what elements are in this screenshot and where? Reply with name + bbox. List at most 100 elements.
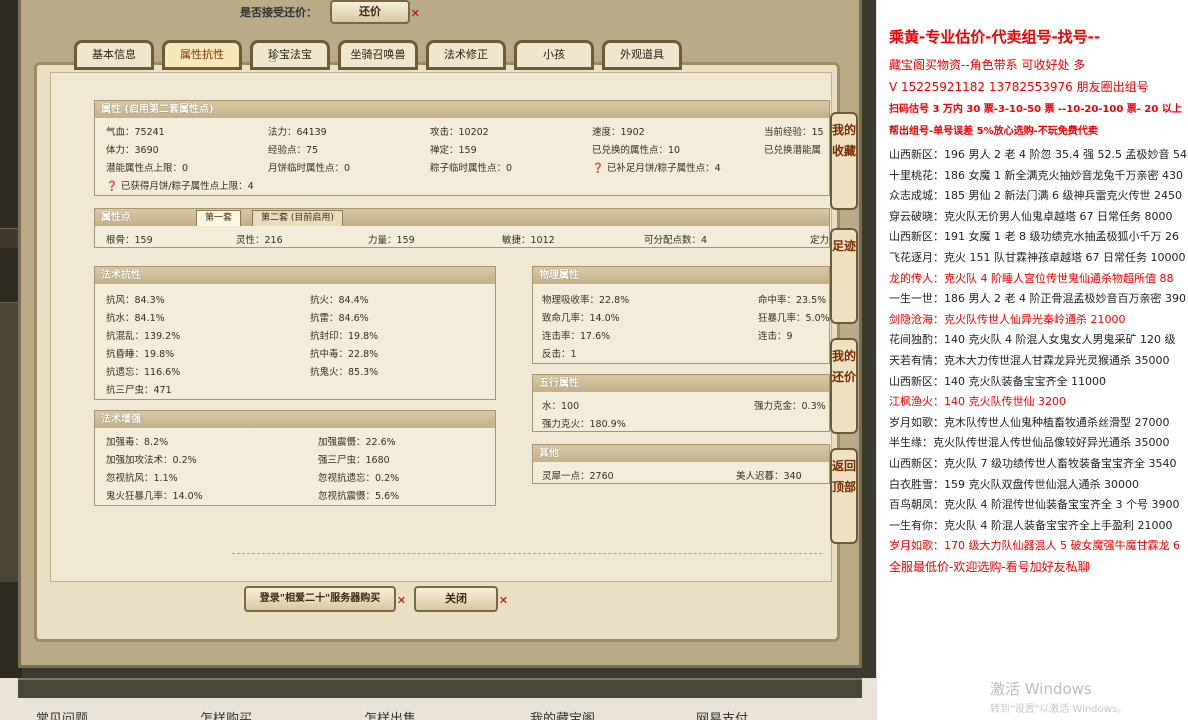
nav-faq[interactable]: 常见问题 bbox=[36, 708, 88, 720]
phys-cell: 致命几率：14.0% bbox=[542, 313, 620, 324]
boost-cell: 忽视抗震慑：5.6% bbox=[318, 491, 400, 502]
notes-entry: 岁月如歌：克木队传世人仙鬼种植畜牧通杀丝滑型 27000 bbox=[889, 415, 1170, 429]
points-cell: 灵性：216 bbox=[236, 235, 283, 246]
boost-cell: 加强震慑：22.6% bbox=[318, 437, 396, 448]
side-footprints-button[interactable]: 足迹 bbox=[830, 228, 858, 324]
points-tab-second[interactable]: 第二套 (目前启用) bbox=[252, 210, 343, 226]
points-cell: 定力 bbox=[810, 235, 830, 246]
attr-cell: 月饼临时属性点：0 bbox=[268, 163, 351, 174]
resist-cell: 抗风：84.3% bbox=[106, 295, 165, 306]
attr-cell: 攻击：10202 bbox=[430, 127, 489, 138]
points-cell: 可分配点数：4 bbox=[644, 235, 708, 246]
notes-entry: 龙的传人：克火队 4 阶睡人宫位传世鬼仙通杀物超所值 88 bbox=[889, 271, 1174, 285]
points-cell: 根骨：159 bbox=[106, 235, 153, 246]
info-icon: ❓ bbox=[592, 163, 604, 174]
boost-cell: 忽视抗风：1.1% bbox=[106, 473, 178, 484]
other-cell: 美人迟暮：340 bbox=[736, 471, 802, 482]
phys-cell: 命中率：23.5% bbox=[758, 295, 827, 306]
tab-spell-correction[interactable]: 法术修正 bbox=[426, 40, 506, 70]
nav-how-to-buy[interactable]: 怎样购买 bbox=[200, 708, 252, 720]
resist-cell: 抗混乱：139.2% bbox=[106, 331, 181, 342]
game-window: 是否接受还价： 还价 基本信息 属性抗性 珍宝法宝 坐骑召唤兽 法术修正 小孩 … bbox=[0, 0, 876, 720]
bottom-nav: 常见问题 怎样购买 怎样出售 我的藏宝阁 网易支付 bbox=[0, 678, 876, 720]
tab-child[interactable]: 小孩 bbox=[514, 40, 594, 70]
notes-entry: 众志成城：185 男仙 2 新法门满 6 级神兵雷克火传世 2450 bbox=[889, 189, 1182, 203]
side-my-bargains-button[interactable]: 我的还价 bbox=[830, 338, 858, 434]
notes-entry: 百鸟朝凤：克火队 4 阶混传世仙装备宝宝齐全 3 个号 3900 bbox=[889, 498, 1180, 512]
attr-cell: 体力：3690 bbox=[106, 145, 159, 156]
phys-title: 物理属性 bbox=[533, 267, 829, 284]
notes-entry: 剑隐沧海：克火队传世人仙异光秦岭通杀 21000 bbox=[889, 312, 1126, 326]
notes-entry: 一生有你：克火队 4 阶混人装备宝宝齐全上手盈利 21000 bbox=[889, 518, 1173, 532]
info-icon: ❓ bbox=[106, 181, 118, 192]
notes-entry: 天若有情：克木大力传世混人甘霖龙异光灵猴通杀 35000 bbox=[889, 354, 1170, 367]
boost-cell: 忽视抗遗忘：0.2% bbox=[318, 473, 400, 484]
attr-cell: 已兑换潜能属 bbox=[764, 145, 822, 156]
points-cell: 力量：159 bbox=[368, 235, 415, 246]
attr-title: 属性 (启用第二套属性点) bbox=[95, 101, 829, 118]
attr-cell-text: 已补足月饼/粽子属性点：4 bbox=[606, 163, 721, 174]
attr-cell: 经验点：75 bbox=[268, 145, 319, 156]
side-back-to-top-button[interactable]: 返回顶部 bbox=[830, 448, 858, 544]
notes-entry: 山西新区：196 男人 2 老 4 阶忽 35.4 强 52.5 孟极妙音 54… bbox=[889, 148, 1188, 161]
five-cell: 强力克金：0.3% bbox=[754, 401, 826, 412]
divider bbox=[232, 553, 822, 554]
notes-entry: 江枫渔火：140 克火队传世仙 3200 bbox=[889, 395, 1066, 409]
tab-attributes[interactable]: 属性抗性 bbox=[162, 40, 242, 70]
five-cell: 强力克火：180.9% bbox=[542, 419, 626, 430]
close-button[interactable]: 关闭 bbox=[414, 586, 508, 612]
attr-cell: 当前经验：15 bbox=[764, 127, 824, 138]
cursor-hand-icon: ☝ bbox=[268, 50, 277, 66]
notes-entry: 穿云破晓：克火队无价男人仙鬼卓越塔 67 日常任务 8000 bbox=[889, 209, 1173, 223]
other-title: 其他 bbox=[533, 445, 829, 462]
nav-netease-pay[interactable]: 网易支付 bbox=[696, 708, 748, 720]
tab-mounts-pets[interactable]: 坐骑召唤兽 bbox=[338, 40, 418, 70]
notes-entry: 白衣胜雪：159 克火队双盘传世仙混人通杀 30000 bbox=[889, 477, 1139, 491]
notes-entry: 岁月如歌：170 级大力队仙器混人 5 破女魔强牛魔甘霖龙 6 bbox=[889, 539, 1180, 553]
resist-cell: 抗封印：19.8% bbox=[310, 331, 379, 342]
points-tab-first[interactable]: 第一套 bbox=[196, 210, 242, 226]
activate-windows-watermark: 激活 Windows bbox=[990, 680, 1092, 698]
tab-appearance[interactable]: 外观道具 bbox=[602, 40, 682, 70]
notes-entry: 一生一世：186 男人 2 老 4 阶正骨混孟极妙音百万亲密 390 bbox=[889, 292, 1186, 306]
notes-entry: 山西新区：140 克火队装备宝宝齐全 11000 bbox=[889, 374, 1106, 388]
accept-label: 是否接受还价： bbox=[240, 6, 317, 19]
attr-cell-text: 已获得月饼/粽子属性点上限：4 bbox=[120, 181, 254, 192]
resist-cell: 抗火：84.4% bbox=[310, 295, 369, 306]
bottom-nav-band bbox=[18, 678, 862, 698]
bargain-button[interactable]: 还价 bbox=[330, 0, 420, 24]
notes-footer: 全服最低价-欢迎选购-看号加好友私聊 bbox=[889, 560, 1090, 574]
boost-title: 法术增强 bbox=[95, 411, 495, 428]
attr-cell: 已兑换的属性点：10 bbox=[592, 145, 681, 156]
points-cell: 敏捷：1012 bbox=[502, 235, 555, 246]
notes-headline: 乘黄-专业估价-代卖组号-找号-- bbox=[889, 28, 1101, 46]
attr-cell: ❓ 已补足月饼/粽子属性点：4 bbox=[592, 160, 721, 174]
tab-basic-info[interactable]: 基本信息 bbox=[74, 40, 154, 70]
tab-treasure[interactable]: 珍宝法宝 bbox=[250, 40, 330, 70]
attr-cell: 气血：75241 bbox=[106, 127, 165, 138]
boost-cell: 鬼火狂暴几率：14.0% bbox=[106, 491, 203, 502]
phys-cell: 连击：9 bbox=[758, 331, 793, 342]
login-server-buy-button[interactable]: 登录"相爱二十"服务器购买 bbox=[244, 586, 406, 612]
phys-cell: 反击：1 bbox=[542, 349, 577, 360]
attr-cell: ❓ 已获得月饼/粽子属性点上限：4 bbox=[106, 178, 254, 192]
attr-cell: 法力：64139 bbox=[268, 127, 327, 138]
resist-cell: 抗昏睡：19.8% bbox=[106, 349, 175, 360]
activate-windows-hint: 转到"设置"以激活 Windows。 bbox=[990, 704, 1128, 715]
nav-how-to-sell[interactable]: 怎样出售 bbox=[364, 708, 416, 720]
resist-cell: 抗雷：84.6% bbox=[310, 313, 369, 324]
notes-document: 乘黄-专业估价-代卖组号-找号-- 藏宝阁买物资--角色带系 可收好处 多 V … bbox=[876, 0, 1188, 720]
phys-cell: 狂暴几率：5.0% bbox=[758, 313, 830, 324]
boost-cell: 加强加攻法术：0.2% bbox=[106, 455, 197, 466]
resist-title: 法术抗性 bbox=[95, 267, 495, 284]
notes-line: 藏宝阁买物资--角色带系 可收好处 多 bbox=[889, 58, 1086, 72]
resist-cell: 抗中毒：22.8% bbox=[310, 349, 379, 360]
resist-cell: 抗水：84.1% bbox=[106, 313, 165, 324]
resist-cell: 抗鬼火：85.3% bbox=[310, 367, 379, 378]
side-favorites-button[interactable]: 我的收藏 bbox=[830, 112, 858, 210]
resist-cell: 抗三尸虫：471 bbox=[106, 385, 172, 396]
notes-entry: 半生缘：克火队传世混人传世仙品像较好异光通杀 35000 bbox=[889, 436, 1170, 450]
notes-entry: 山西新区：191 女魔 1 老 8 级功绩克水抽孟极狐小千万 26 bbox=[889, 230, 1179, 244]
nav-my-treasure[interactable]: 我的藏宝阁 bbox=[530, 708, 595, 720]
notes-line: 帮出组号-单号误差 5%放心选购-不玩免费代卖 bbox=[889, 126, 1098, 137]
